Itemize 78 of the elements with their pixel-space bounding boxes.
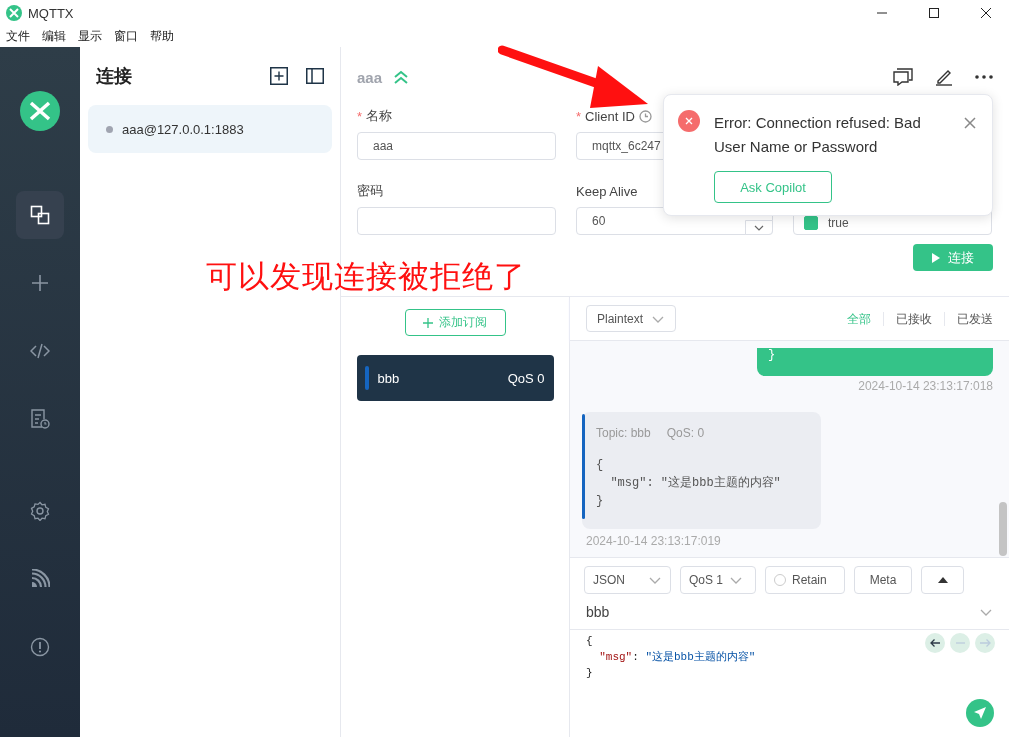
close-button[interactable]: [964, 116, 978, 130]
payload-format-select[interactable]: JSON: [584, 566, 671, 594]
topic-qos: QoS 0: [507, 370, 545, 386]
format-select[interactable]: Plaintext: [586, 305, 677, 332]
arrow-right-icon: [979, 638, 991, 648]
clock-icon: [638, 109, 652, 123]
feed-icon: [30, 569, 50, 589]
qos-select[interactable]: QoS 1: [680, 566, 756, 594]
error-message: Error: Connection refused: Bad User Name or Password: [714, 113, 922, 157]
nav-button[interactable]: [16, 191, 64, 239]
checkbox[interactable]: [804, 216, 818, 230]
chat-icon[interactable]: [893, 68, 913, 86]
meta-button[interactable]: Meta: [854, 566, 912, 594]
code-line: }: [768, 348, 777, 362]
sidebar-toggle-icon[interactable]: [306, 68, 324, 84]
close-icon: [964, 117, 976, 129]
expand-button[interactable]: [921, 566, 964, 594]
spinner-button[interactable]: [745, 220, 773, 235]
required-mark: *: [357, 108, 363, 124]
menu-item[interactable]: 文件: [0, 28, 36, 45]
history-button[interactable]: [925, 633, 945, 653]
connection-name: aaa: [357, 68, 383, 86]
collapse-icon[interactable]: [394, 70, 409, 84]
window-title: MQTTX: [28, 5, 74, 21]
scrollbar-thumb[interactable]: [999, 502, 1007, 556]
topic-name: bbb: [377, 370, 401, 386]
code-line: {: [586, 634, 593, 649]
send-button[interactable]: [966, 699, 994, 727]
document-clock-icon: [30, 409, 50, 429]
maximize-icon: [929, 8, 939, 18]
field-label: Keep Alive: [576, 183, 638, 199]
add-box-icon[interactable]: [270, 67, 288, 85]
info-icon: [30, 637, 50, 657]
app-logo-icon: [6, 5, 22, 21]
send-icon: [973, 706, 987, 720]
field-label: 名称: [366, 107, 393, 125]
input-field[interactable]: aaa: [357, 132, 556, 160]
required-mark: *: [576, 108, 582, 124]
menu-item[interactable]: 帮助: [144, 28, 180, 45]
code-icon: [30, 341, 50, 361]
code-line: {: [596, 457, 605, 474]
code-line: }: [586, 666, 593, 681]
message-topic: Topic: bbb: [596, 426, 651, 440]
topic-card[interactable]: bbb QoS 0: [356, 355, 554, 401]
menu-item[interactable]: 编辑: [36, 28, 72, 45]
message-time: 2024-10-14 23:13:17:018: [858, 379, 993, 393]
connection-item[interactable]: aaa@127.0.0.1:1883: [88, 105, 332, 153]
caret-icon: [754, 224, 764, 231]
code-line: "msg": "这是bbb主题的内容": [609, 475, 782, 492]
message-time: 2024-10-14 23:13:17:019: [586, 534, 722, 548]
app-logo-icon: [20, 91, 60, 131]
plus-icon: [30, 273, 50, 293]
message-qos: QoS: 0: [666, 426, 705, 440]
panel-title: 连接: [96, 65, 133, 88]
menu-item[interactable]: 显示: [72, 28, 108, 45]
edit-icon[interactable]: [935, 68, 953, 86]
settings-icon: [30, 501, 50, 521]
close-icon: [981, 8, 991, 18]
more-icon[interactable]: [975, 75, 993, 79]
plus-icon: [423, 317, 433, 328]
code-line: }: [596, 493, 605, 510]
field-value: true: [828, 216, 849, 230]
play-icon: [932, 252, 940, 263]
annotation-text: 可以发现连接被拒绝了: [206, 258, 526, 296]
windows-icon: [30, 205, 50, 225]
filter-tab[interactable]: 已接收: [883, 311, 944, 326]
filter-tab[interactable]: 已发送: [944, 311, 1005, 326]
code-line: "msg": "这是bbb主题的内容": [598, 650, 756, 665]
error-icon: [678, 110, 700, 132]
arrow-left-icon: [929, 638, 941, 648]
retain-toggle[interactable]: Retain: [765, 566, 845, 594]
field-label: Client ID: [585, 108, 635, 124]
menu-item[interactable]: 窗口: [108, 28, 144, 45]
input-field[interactable]: [357, 207, 556, 235]
caret-up-icon: [937, 577, 948, 583]
connection-label: aaa@127.0.0.1:1883: [122, 121, 244, 137]
field-label: 密码: [357, 182, 383, 200]
topic-input[interactable]: bbb: [586, 603, 610, 620]
